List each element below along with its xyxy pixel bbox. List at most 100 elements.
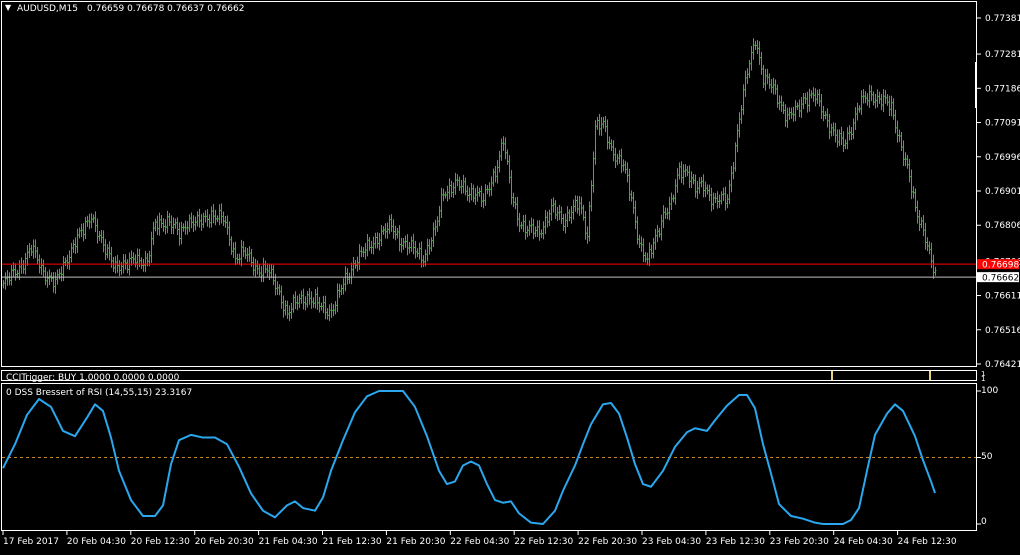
price-bar bbox=[896, 120, 899, 143]
price-bar bbox=[764, 68, 767, 91]
price-bar bbox=[188, 214, 191, 232]
price-bar bbox=[180, 221, 183, 245]
price-bar bbox=[338, 283, 341, 298]
price-bar bbox=[52, 272, 55, 293]
price-bar bbox=[170, 215, 173, 235]
price-bar bbox=[358, 244, 361, 270]
price-bar bbox=[510, 170, 513, 205]
price-bar bbox=[758, 41, 761, 65]
price-bar bbox=[140, 257, 143, 269]
price-bar bbox=[302, 288, 305, 310]
price-bar bbox=[388, 215, 391, 234]
time-axis-label: 20 Feb 12:30 bbox=[131, 537, 190, 547]
price-bar bbox=[594, 120, 597, 165]
price-bar bbox=[888, 95, 891, 116]
price-bar bbox=[344, 266, 347, 292]
price-bar bbox=[884, 90, 887, 104]
price-bar bbox=[588, 201, 591, 242]
price-bar bbox=[42, 259, 45, 277]
price-bar bbox=[78, 227, 81, 239]
price-bar bbox=[856, 102, 859, 121]
price-bar bbox=[562, 213, 565, 232]
price-bar bbox=[98, 230, 101, 242]
price-bar bbox=[452, 182, 455, 198]
price-bar bbox=[602, 116, 605, 129]
price-bar bbox=[874, 94, 877, 109]
chart-canvas: 0.77381 0.77281 0.77186 0.77091 0.76996 0.769… bbox=[1, 1, 1020, 547]
price-bar bbox=[28, 242, 31, 259]
price-bar bbox=[804, 92, 807, 104]
price-bar bbox=[858, 105, 861, 113]
price-bar bbox=[634, 200, 637, 229]
price-bar bbox=[550, 198, 553, 221]
price-bar bbox=[198, 208, 201, 228]
price-bar bbox=[526, 225, 529, 238]
price-bar bbox=[418, 242, 421, 260]
price-bar bbox=[522, 215, 525, 232]
price-bar bbox=[458, 176, 461, 191]
time-axis-label: 24 Feb 04:30 bbox=[834, 537, 893, 547]
price-bar bbox=[902, 140, 905, 167]
price-bar bbox=[152, 221, 155, 246]
red-level-label: 0.76698 bbox=[982, 261, 1019, 271]
symbol-menu-arrow-icon[interactable]: ▼ bbox=[5, 3, 11, 12]
price-bar bbox=[102, 230, 105, 253]
price-bar bbox=[108, 241, 111, 261]
price-bar bbox=[282, 295, 285, 318]
price-bar bbox=[232, 242, 235, 258]
price-bar bbox=[298, 293, 301, 309]
price-y-tick-label: 0.76901 bbox=[985, 187, 1020, 197]
price-bar bbox=[752, 38, 755, 60]
price-bar bbox=[620, 148, 623, 174]
price-bar bbox=[254, 258, 257, 278]
cci-scale-bottom: 1 bbox=[981, 375, 986, 383]
price-bar bbox=[168, 213, 171, 226]
price-bar bbox=[114, 256, 117, 274]
price-bar bbox=[730, 165, 733, 193]
price-bar bbox=[836, 129, 839, 148]
price-bar bbox=[304, 296, 307, 311]
price-bar bbox=[44, 266, 47, 286]
price-bar bbox=[352, 257, 355, 277]
price-bar bbox=[514, 197, 517, 210]
price-bar bbox=[438, 205, 441, 227]
price-bar bbox=[88, 213, 91, 230]
price-bar bbox=[222, 211, 225, 226]
price-bar bbox=[460, 179, 463, 194]
price-y-tick-label: 0.77381 bbox=[985, 14, 1020, 24]
price-bar bbox=[370, 240, 373, 254]
price-bar bbox=[548, 209, 551, 227]
price-bar bbox=[270, 264, 273, 279]
price-bar bbox=[520, 221, 523, 230]
time-axis-label: 23 Feb 20:30 bbox=[770, 537, 829, 547]
price-bar bbox=[760, 51, 763, 75]
price-bar bbox=[798, 99, 801, 118]
price-bar bbox=[854, 106, 857, 131]
price-bar bbox=[636, 216, 639, 245]
price-bar bbox=[214, 209, 217, 226]
price-bar bbox=[916, 200, 919, 224]
price-bar bbox=[812, 87, 815, 102]
price-bar bbox=[68, 250, 71, 270]
price-bar bbox=[864, 91, 867, 104]
price-bar bbox=[878, 91, 881, 104]
price-bar bbox=[80, 223, 83, 238]
price-bar bbox=[720, 191, 723, 205]
price-bar bbox=[912, 186, 915, 199]
price-bar bbox=[502, 136, 505, 151]
price-bar bbox=[22, 260, 25, 274]
price-bar bbox=[532, 218, 535, 240]
price-bar bbox=[544, 210, 547, 235]
price-bar bbox=[796, 102, 799, 110]
price-bar bbox=[750, 45, 753, 71]
price-bar bbox=[430, 237, 433, 252]
price-bar bbox=[176, 217, 179, 236]
price-bar bbox=[890, 95, 893, 117]
price-bar bbox=[696, 180, 699, 200]
price-bar bbox=[144, 250, 147, 273]
price-bar bbox=[76, 228, 79, 254]
price-bar bbox=[828, 113, 831, 140]
price-bar bbox=[394, 225, 397, 241]
price-bar bbox=[132, 252, 135, 265]
price-bar bbox=[350, 262, 353, 285]
